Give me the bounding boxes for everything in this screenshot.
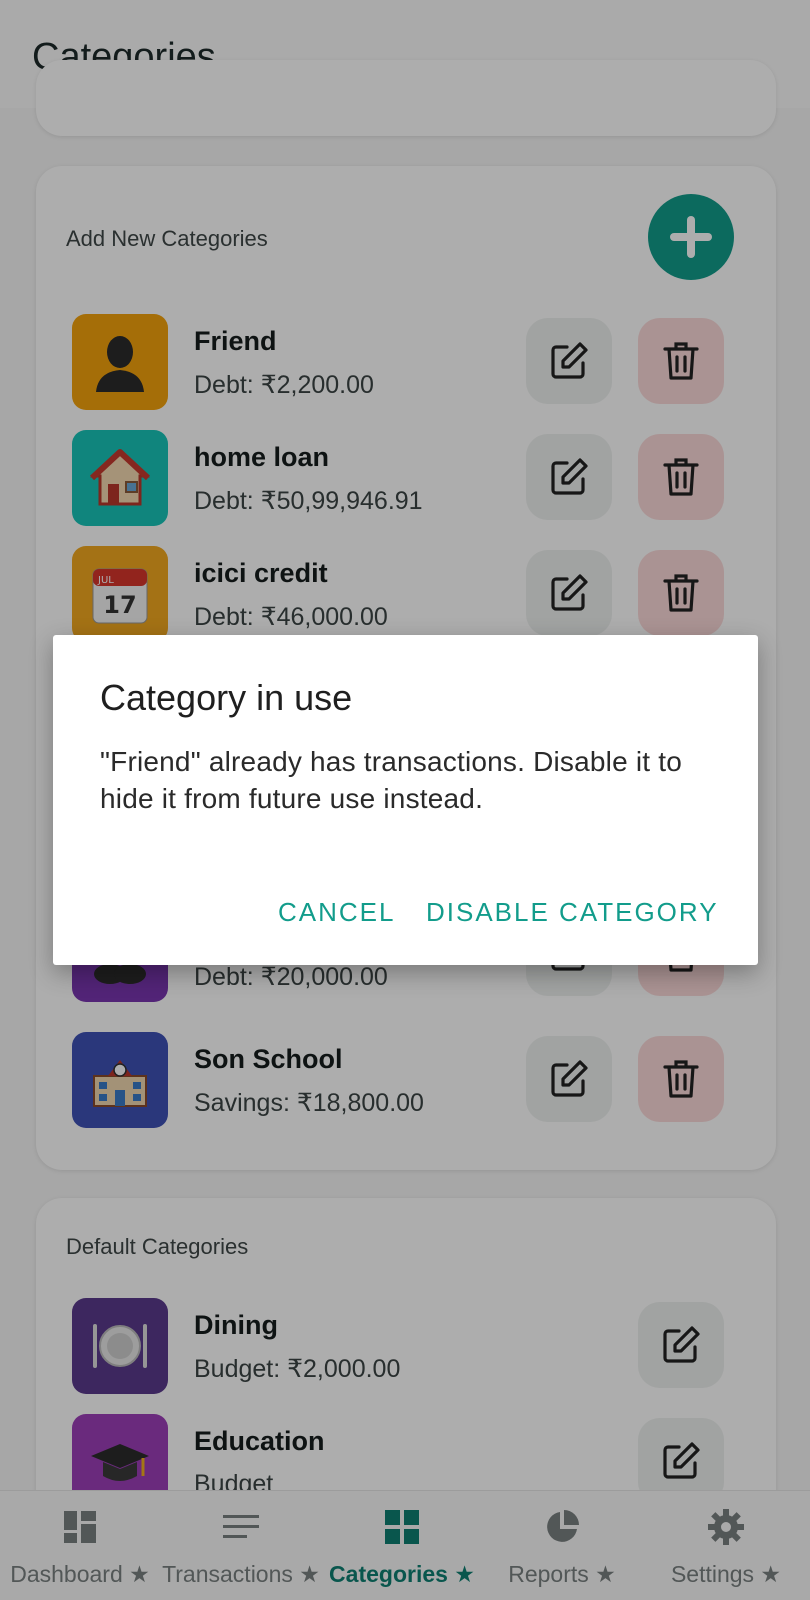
dialog-title: Category in use	[100, 677, 353, 718]
category-in-use-dialog: Category in use "Friend" already has tra…	[53, 635, 758, 965]
cancel-button[interactable]: CANCEL	[278, 897, 395, 928]
disable-category-button[interactable]: DISABLE CATEGORY	[426, 897, 719, 928]
dialog-message: "Friend" already has transactions. Disab…	[100, 746, 682, 814]
